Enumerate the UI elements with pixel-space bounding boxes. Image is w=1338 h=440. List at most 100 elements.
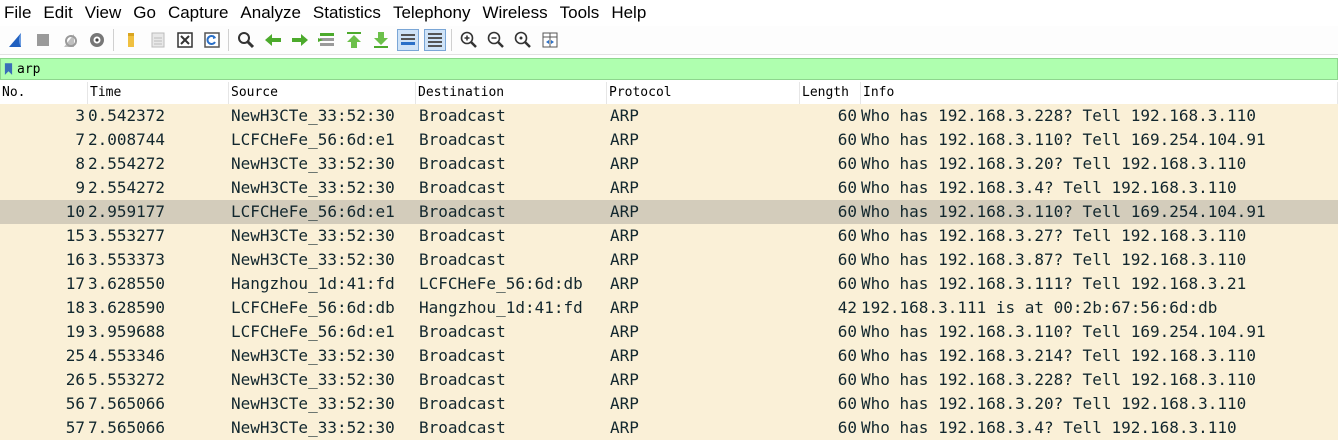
packet-destination: Broadcast	[419, 130, 506, 149]
packet-row[interactable]: 9 2.554272 NewH3CTe_33:52:30 Broadcast ARP 60…	[0, 176, 1338, 200]
menu-wireless[interactable]: Wireless	[478, 3, 555, 23]
toolbar-separator	[451, 29, 452, 51]
packet-length: 60	[837, 394, 857, 413]
menu-help[interactable]: Help	[607, 3, 654, 23]
packet-protocol: ARP	[610, 130, 639, 149]
packet-source: LCFCHeFe_56:6d:e1	[231, 322, 395, 341]
toolbar-separator	[113, 29, 114, 51]
packet-protocol: ARP	[610, 226, 639, 245]
packet-source: LCFCHeFe_56:6d:db	[231, 298, 395, 317]
resize-columns-icon[interactable]	[539, 29, 561, 51]
column-header-protocol[interactable]: Protocol	[607, 82, 800, 104]
packet-time: 4.553346	[88, 346, 166, 365]
packet-list: 3 0.542372 NewH3CTe_33:52:30 Broadcast ARP 60…	[0, 104, 1338, 440]
go-back-icon[interactable]	[262, 29, 284, 51]
packet-number: 3	[75, 106, 85, 125]
column-header-no[interactable]: No.	[0, 82, 88, 104]
zoom-normal-icon[interactable]	[512, 29, 534, 51]
packet-destination: Broadcast	[419, 322, 506, 341]
menu-edit[interactable]: Edit	[39, 3, 80, 23]
packet-destination: Broadcast	[419, 418, 506, 437]
packet-row[interactable]: 10 2.959177 LCFCHeFe_56:6d:e1 Broadcast ARP 6…	[0, 200, 1338, 224]
zoom-in-icon[interactable]	[458, 29, 480, 51]
packet-row[interactable]: 57 7.565066 NewH3CTe_33:52:30 Broadcast ARP 6…	[0, 416, 1338, 440]
colorize-icon[interactable]	[423, 29, 446, 51]
restart-capture-icon[interactable]	[59, 29, 81, 51]
packet-length: 60	[837, 346, 857, 365]
autoscroll-icon[interactable]	[396, 29, 419, 51]
find-packet-icon[interactable]	[235, 29, 257, 51]
packet-info: Who has 192.168.3.27? Tell 192.168.3.110	[861, 226, 1247, 245]
reload-file-icon[interactable]	[201, 29, 223, 51]
packet-destination: Broadcast	[419, 346, 506, 365]
packet-destination: LCFCHeFe_56:6d:db	[419, 274, 583, 293]
packet-length: 60	[837, 250, 857, 269]
packet-source: NewH3CTe_33:52:30	[231, 418, 395, 437]
packet-row[interactable]: 15 3.553277 NewH3CTe_33:52:30 Broadcast ARP 6…	[0, 224, 1338, 248]
go-to-packet-icon[interactable]	[316, 29, 338, 51]
open-file-icon[interactable]	[120, 29, 142, 51]
packet-time: 2.554272	[88, 154, 166, 173]
menu-tools[interactable]: Tools	[556, 3, 608, 23]
packet-number: 25	[65, 346, 85, 365]
packet-row[interactable]: 3 0.542372 NewH3CTe_33:52:30 Broadcast ARP 60…	[0, 104, 1338, 128]
packet-length: 60	[837, 322, 857, 341]
packet-number: 18	[65, 298, 85, 317]
menu-file[interactable]: File	[0, 3, 39, 23]
bookmark-icon[interactable]	[1, 60, 15, 78]
column-header-time[interactable]: Time	[88, 82, 229, 104]
packet-time: 2.554272	[88, 178, 166, 197]
close-file-icon[interactable]	[174, 29, 196, 51]
packet-info: Who has 192.168.3.110? Tell 169.254.104.…	[861, 202, 1266, 221]
packet-source: NewH3CTe_33:52:30	[231, 154, 395, 173]
menu-view[interactable]: View	[81, 3, 130, 23]
toolbar-separator	[228, 29, 229, 51]
packet-protocol: ARP	[610, 298, 639, 317]
save-file-icon[interactable]	[147, 29, 169, 51]
capture-options-icon[interactable]	[86, 29, 108, 51]
shark-fin-start-icon[interactable]	[5, 29, 27, 51]
go-last-icon[interactable]	[370, 29, 392, 51]
packet-protocol: ARP	[610, 418, 639, 437]
packet-row[interactable]: 8 2.554272 NewH3CTe_33:52:30 Broadcast ARP 60…	[0, 152, 1338, 176]
menu-statistics[interactable]: Statistics	[309, 3, 389, 23]
menu-telephony[interactable]: Telephony	[389, 3, 479, 23]
packet-row[interactable]: 17 3.628550 Hangzhou_1d:41:fd LCFCHeFe_56:6…	[0, 272, 1338, 296]
packet-row[interactable]: 18 3.628590 LCFCHeFe_56:6d:db Hangzhou_1d:4…	[0, 296, 1338, 320]
packet-destination: Broadcast	[419, 250, 506, 269]
menu-capture[interactable]: Capture	[164, 3, 236, 23]
packet-row[interactable]: 19 3.959688 LCFCHeFe_56:6d:e1 Broadcast ARP 6…	[0, 320, 1338, 344]
packet-destination: Broadcast	[419, 106, 506, 125]
packet-info: Who has 192.168.3.111? Tell 192.168.3.21	[861, 274, 1247, 293]
column-header-info[interactable]: Info	[861, 82, 1338, 104]
packet-protocol: ARP	[610, 394, 639, 413]
packet-length: 42	[837, 298, 857, 317]
menu-analyze[interactable]: Analyze	[236, 3, 308, 23]
menu-go[interactable]: Go	[129, 3, 164, 23]
packet-destination: Hangzhou_1d:41:fd	[419, 298, 583, 317]
stop-capture-icon[interactable]	[32, 29, 54, 51]
packet-length: 60	[837, 418, 857, 437]
packet-length: 60	[837, 154, 857, 173]
packet-time: 3.628550	[88, 274, 166, 293]
column-header-length[interactable]: Length	[800, 82, 861, 104]
display-filter-bar	[0, 58, 1338, 80]
packet-info: Who has 192.168.3.20? Tell 192.168.3.110	[861, 154, 1247, 173]
packet-info: Who has 192.168.3.87? Tell 192.168.3.110	[861, 250, 1247, 269]
packet-row[interactable]: 26 5.553272 NewH3CTe_33:52:30 Broadcast ARP 6…	[0, 368, 1338, 392]
packet-source: NewH3CTe_33:52:30	[231, 346, 395, 365]
packet-length: 60	[837, 178, 857, 197]
column-header-source[interactable]: Source	[229, 82, 416, 104]
packet-row[interactable]: 25 4.553346 NewH3CTe_33:52:30 Broadcast ARP 6…	[0, 344, 1338, 368]
zoom-out-icon[interactable]	[485, 29, 507, 51]
packet-source: NewH3CTe_33:52:30	[231, 178, 395, 197]
packet-row[interactable]: 16 3.553373 NewH3CTe_33:52:30 Broadcast ARP 6…	[0, 248, 1338, 272]
packet-row[interactable]: 56 7.565066 NewH3CTe_33:52:30 Broadcast ARP 6…	[0, 392, 1338, 416]
packet-source: Hangzhou_1d:41:fd	[231, 274, 395, 293]
go-first-icon[interactable]	[343, 29, 365, 51]
packet-length: 60	[837, 370, 857, 389]
go-forward-icon[interactable]	[289, 29, 311, 51]
display-filter-input[interactable]	[15, 60, 1337, 78]
packet-row[interactable]: 7 2.008744 LCFCHeFe_56:6d:e1 Broadcast ARP 60…	[0, 128, 1338, 152]
column-header-destination[interactable]: Destination	[416, 82, 607, 104]
